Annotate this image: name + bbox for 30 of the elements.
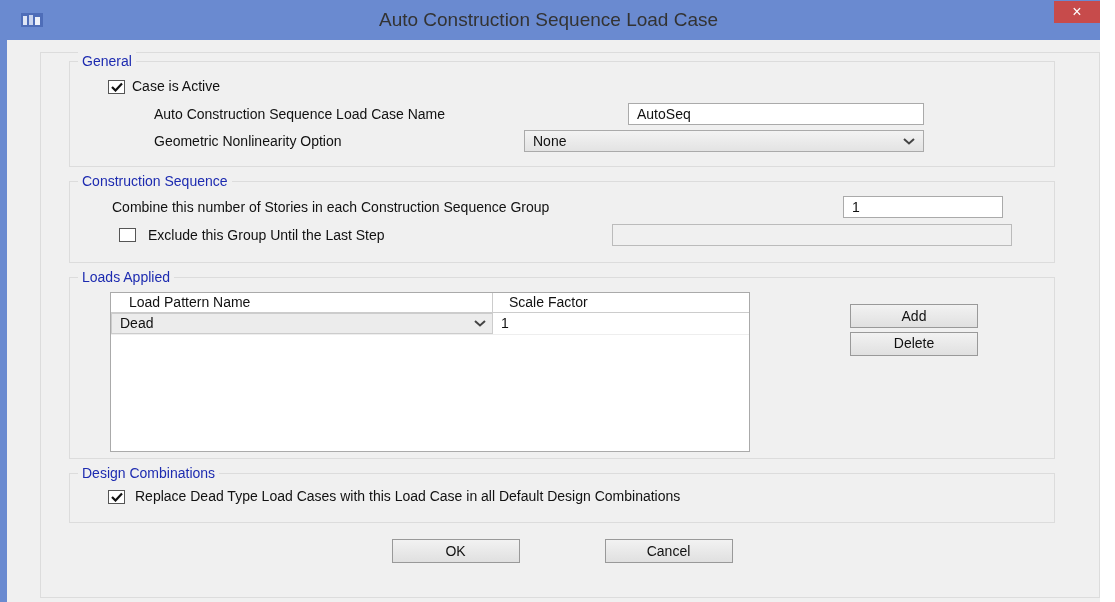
dialog-button[interactable]: OK — [391, 539, 520, 563]
group-legend: Loads Applied — [78, 268, 174, 286]
checkmark-icon — [110, 491, 123, 502]
checkbox-label: Replace Dead Type Load Cases with this Load Case in all Default Design Combinations — [135, 487, 681, 506]
group-legend: Construction Sequence — [78, 172, 232, 190]
nonlinearity-dropdown[interactable]: None — [524, 130, 924, 152]
close-button[interactable]: × — [1054, 1, 1100, 23]
action-button[interactable]: Delete — [850, 331, 978, 356]
window-title: Auto Construction Sequence Load Case — [377, 7, 720, 32]
pattern-dropdown[interactable]: Dead — [111, 313, 493, 334]
checkmark-icon — [110, 81, 123, 92]
column-header: Load Pattern Name — [111, 293, 493, 312]
name-field[interactable]: AutoSeq — [628, 103, 924, 125]
checkbox-label: Case is Active — [132, 77, 220, 96]
checkbox[interactable] — [119, 228, 136, 242]
chevron-down-icon — [903, 137, 915, 145]
checkbox-label: Exclude this Group Until the Last Step — [148, 225, 386, 245]
dialog-button[interactable]: Cancel — [604, 539, 733, 563]
field-label: Combine this number of Stories in each Construction Sequence Group — [112, 197, 551, 217]
table-cell-text: 1 — [500, 314, 510, 333]
group-legend: Design Combinations — [78, 464, 220, 482]
checkbox[interactable] — [108, 489, 125, 504]
chevron-down-icon — [474, 320, 486, 327]
column-header: Scale Factor — [508, 293, 589, 312]
app-icon — [21, 13, 43, 27]
checkbox[interactable] — [108, 79, 125, 94]
field-label: Geometric Nonlinearity Option — [154, 131, 343, 151]
stories-field[interactable]: 1 — [843, 196, 1003, 218]
field-label: Auto Construction Sequence Load Case Name — [154, 104, 447, 124]
action-button[interactable]: Add — [850, 304, 978, 328]
